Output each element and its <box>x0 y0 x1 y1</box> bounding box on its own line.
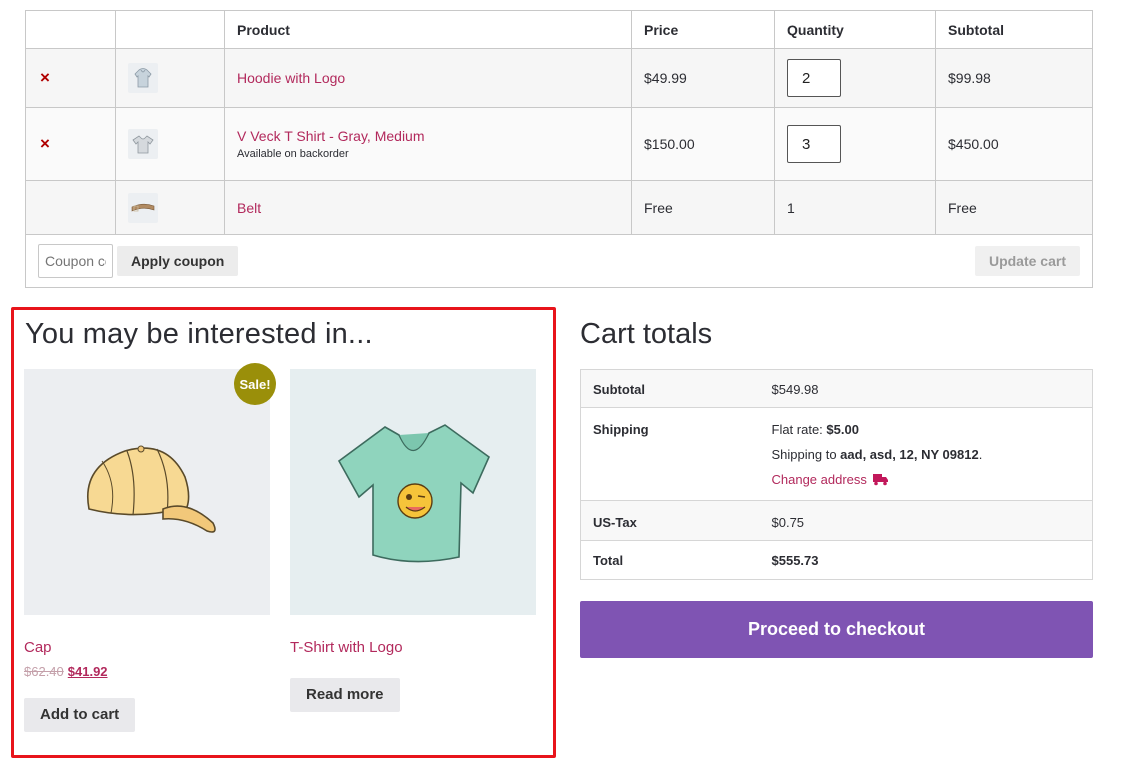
cart-totals-table: Subtotal $549.98 Shipping Flat rate: $5.… <box>580 369 1093 580</box>
remove-cell <box>25 180 116 235</box>
tax-label: US-Tax <box>580 500 760 541</box>
total-amount: $555.73 <box>771 553 819 568</box>
product-cell: V Veck T Shirt - Gray, Medium Available … <box>224 107 632 181</box>
product-link[interactable]: Hoodie with Logo <box>237 70 345 86</box>
tax-row: US-Tax $0.75 <box>580 500 1093 541</box>
quantity-input[interactable] <box>787 59 841 97</box>
price-cell: $150.00 <box>631 107 775 181</box>
price-cell: $49.99 <box>631 48 775 108</box>
change-address-line: Change address <box>772 472 1081 487</box>
thumbnail-cell <box>115 180 225 235</box>
subtotal-value: $549.98 <box>759 369 1093 408</box>
cross-sells-title: You may be interested in... <box>25 318 373 350</box>
subtotal-label: Subtotal <box>580 369 760 408</box>
subtotal-row: Subtotal $549.98 <box>580 369 1093 408</box>
backorder-note: Available on backorder <box>237 148 349 160</box>
quantity-cell <box>774 107 936 181</box>
product-title-cap[interactable]: Cap <box>24 639 270 656</box>
product-card-tshirt: T-Shirt with Logo Read more <box>290 369 536 712</box>
cart-actions-cell: Apply coupon Update cart <box>25 234 1093 288</box>
product-link[interactable]: Belt <box>237 200 261 216</box>
cart-totals-title: Cart totals <box>580 318 713 350</box>
shipping-to-suffix: . <box>978 447 983 462</box>
cart-row-vneck: × V Veck T Shirt - Gray, Medium Availabl… <box>25 107 1093 181</box>
order-total-row: Total $555.73 <box>580 540 1093 580</box>
vneck-thumbnail[interactable] <box>128 129 158 159</box>
header-price: Price <box>631 10 775 49</box>
tax-value: $0.75 <box>759 500 1093 541</box>
shipping-address: aad, asd, 12, NY 09812 <box>840 447 979 462</box>
cart-row-belt: Belt Free 1 Free <box>25 180 1093 235</box>
product-link[interactable]: V Veck T Shirt - Gray, Medium <box>237 128 425 144</box>
price-cell: Free <box>631 180 775 235</box>
shipping-row: Shipping Flat rate: $5.00 Shipping to aa… <box>580 407 1093 501</box>
header-remove <box>25 10 116 49</box>
remove-item-button[interactable]: × <box>40 134 50 154</box>
shipping-label: Shipping <box>580 407 760 501</box>
quantity-cell <box>774 48 936 108</box>
shipping-details: Flat rate: $5.00 Shipping to aad, asd, 1… <box>759 407 1093 501</box>
cart-row-hoodie: × Hoodie with Logo $49.99 $99.98 <box>25 48 1093 108</box>
thumbnail-cell <box>115 48 225 108</box>
product-cell: Belt <box>224 180 632 235</box>
shipping-method-prefix: Flat rate: <box>771 422 827 437</box>
remove-cell: × <box>25 48 116 108</box>
truck-icon[interactable] <box>872 473 889 486</box>
sale-badge: Sale! <box>234 363 276 405</box>
hoodie-icon <box>134 68 152 88</box>
header-subtotal: Subtotal <box>935 10 1093 49</box>
header-quantity: Quantity <box>774 10 936 49</box>
belt-icon <box>131 203 155 211</box>
price: $62.40 $41.92 <box>24 664 270 679</box>
total-value: $555.73 <box>759 540 1093 580</box>
remove-item-button[interactable]: × <box>40 68 50 88</box>
cart-actions-row: Apply coupon Update cart <box>25 234 1093 288</box>
tshirt-image <box>337 424 490 563</box>
product-card-cap: Sale! Cap $62.40 $41.92 Add to cart <box>24 363 276 732</box>
hoodie-thumbnail[interactable] <box>128 63 158 93</box>
total-label: Total <box>580 540 760 580</box>
shipping-method-value: $5.00 <box>826 422 859 437</box>
cart-table: Product Price Quantity Subtotal × Hoodie… <box>25 10 1093 288</box>
subtotal-cell: $99.98 <box>935 48 1093 108</box>
coupon-input[interactable] <box>38 244 113 278</box>
product-title-tshirt[interactable]: T-Shirt with Logo <box>290 639 536 656</box>
cap-image-link[interactable]: Sale! <box>24 363 276 615</box>
update-cart-button[interactable]: Update cart <box>974 246 1080 276</box>
header-thumbnail <box>115 10 225 49</box>
cart-header-row: Product Price Quantity Subtotal <box>25 10 1093 49</box>
cart-actions: Apply coupon Update cart <box>38 235 1080 287</box>
change-address-link[interactable]: Change address <box>772 472 867 487</box>
add-to-cart-button[interactable]: Add to cart <box>24 698 136 732</box>
subtotal-cell: $450.00 <box>935 107 1093 181</box>
read-more-button[interactable]: Read more <box>290 678 400 712</box>
quantity-cell: 1 <box>774 180 936 235</box>
remove-cell: × <box>25 107 116 181</box>
header-product: Product <box>224 10 632 49</box>
tshirt-image-link[interactable] <box>290 369 536 615</box>
shipping-destination: Shipping to aad, asd, 12, NY 09812. <box>772 447 1081 462</box>
product-cell: Hoodie with Logo <box>224 48 632 108</box>
subtotal-cell: Free <box>935 180 1093 235</box>
shipping-to-prefix: Shipping to <box>771 447 841 462</box>
belt-thumbnail[interactable] <box>128 192 158 223</box>
cap-image <box>87 445 216 533</box>
apply-coupon-button[interactable]: Apply coupon <box>117 246 239 276</box>
shipping-method: Flat rate: $5.00 <box>772 422 1081 437</box>
quantity-input[interactable] <box>787 125 841 163</box>
tshirt-icon <box>132 135 154 154</box>
thumbnail-cell <box>115 107 225 181</box>
old-price: $62.40 <box>24 664 64 679</box>
sale-price: $41.92 <box>67 664 108 679</box>
proceed-to-checkout-button[interactable]: Proceed to checkout <box>580 601 1093 658</box>
